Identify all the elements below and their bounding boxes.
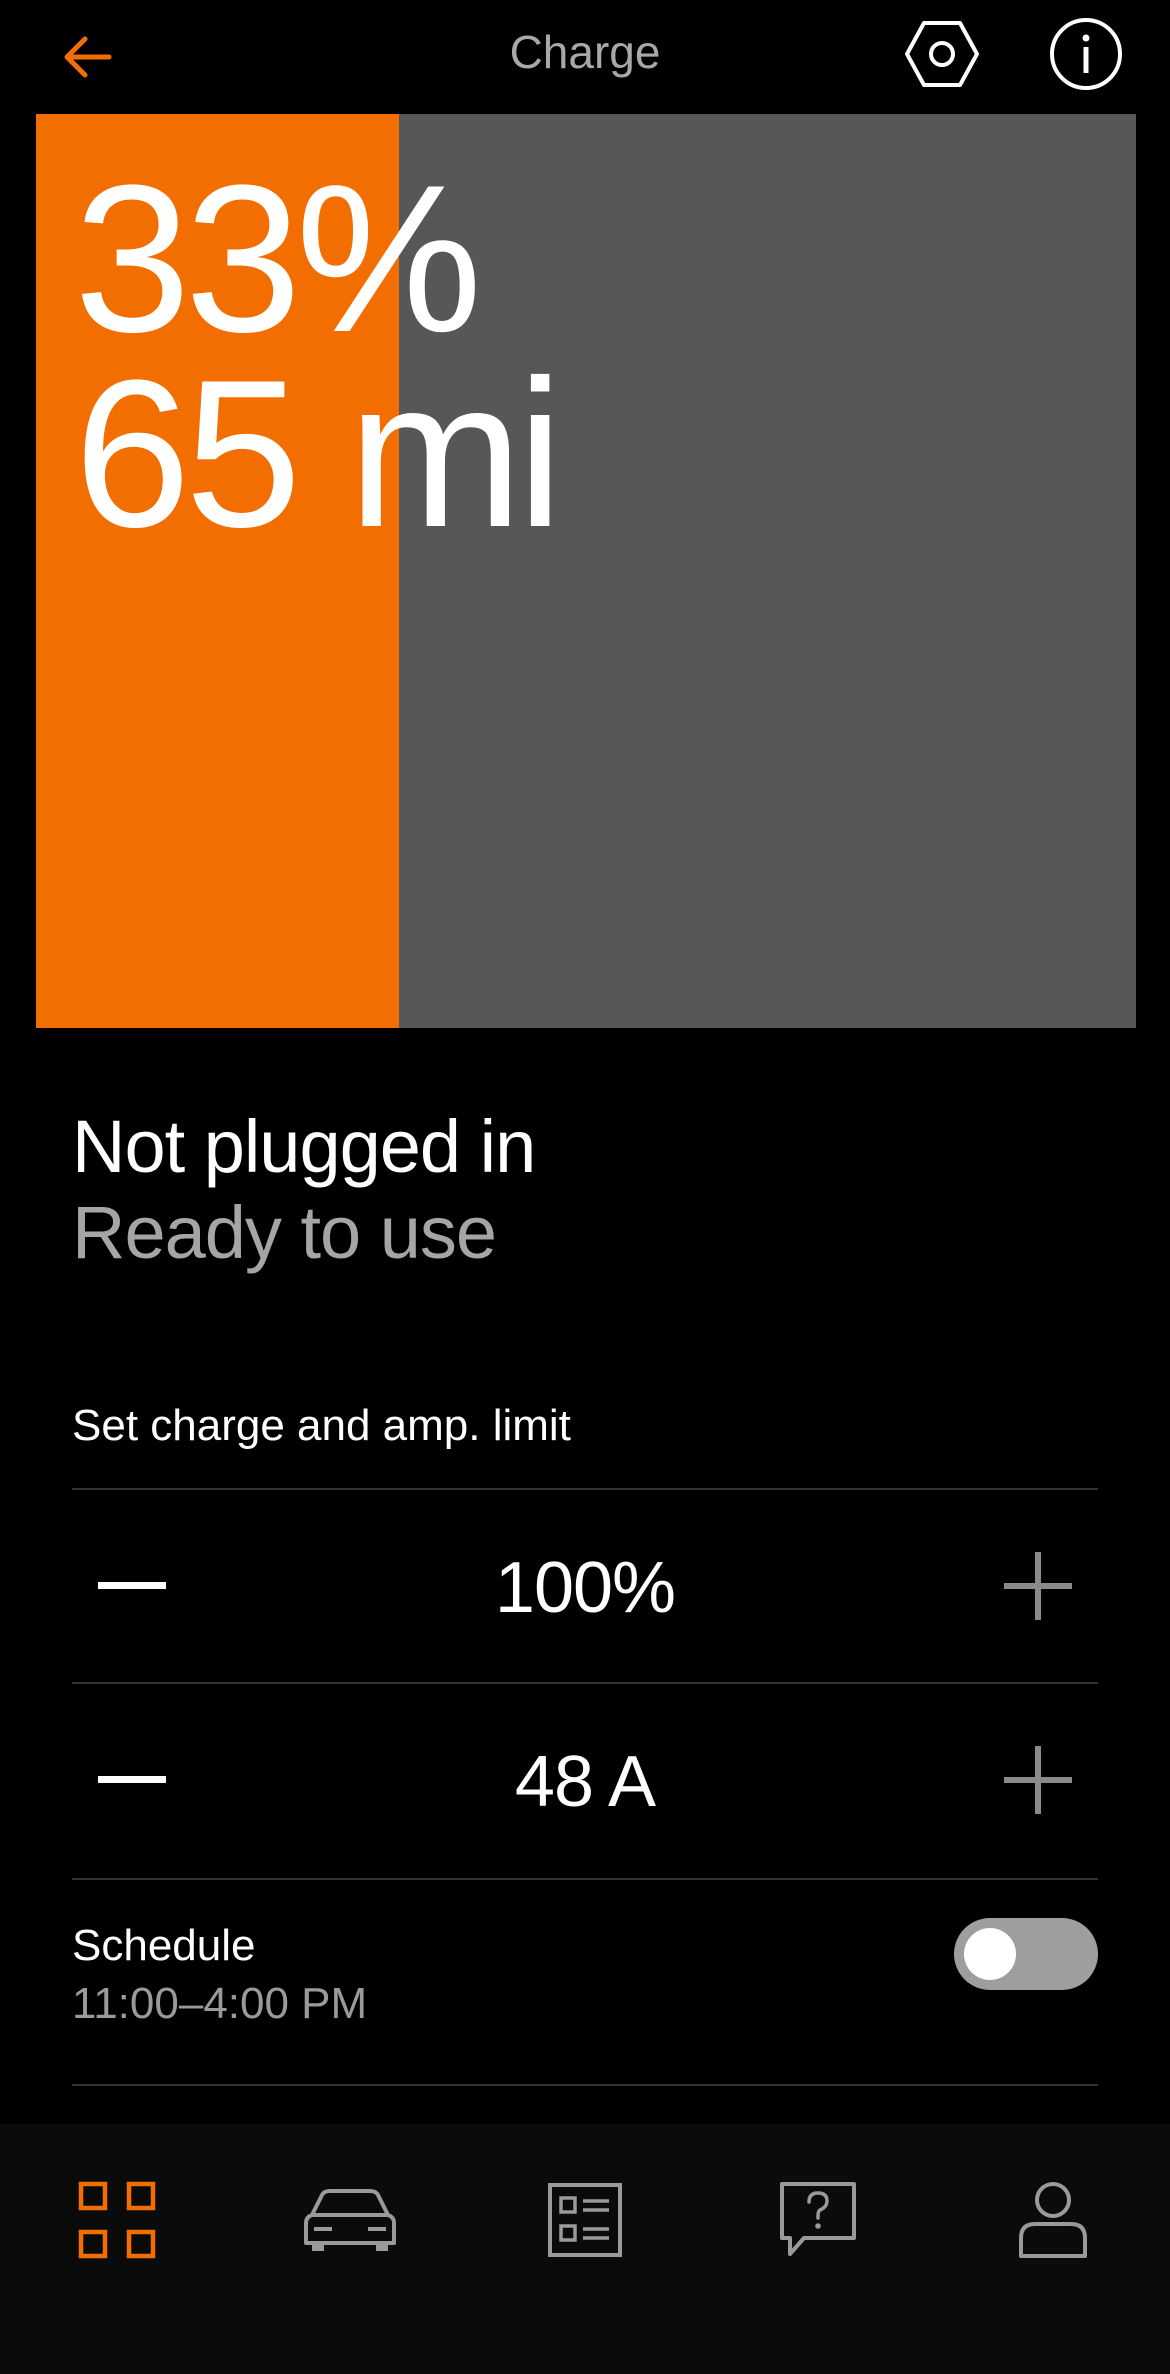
- charge-limit-stepper: 100%: [72, 1490, 1098, 1682]
- battery-percent: 33%: [74, 141, 482, 376]
- hex-settings-icon: [905, 21, 979, 87]
- divider: [72, 1878, 1098, 1880]
- schedule-label: Schedule: [72, 1921, 256, 1970]
- list-icon: [548, 2183, 622, 2257]
- info-button[interactable]: [1044, 12, 1128, 96]
- info-icon: [1050, 18, 1122, 90]
- page-title: Charge: [509, 26, 661, 78]
- amp-limit-increase-button[interactable]: [998, 1740, 1078, 1820]
- battery-gauge: 33% 65 mi: [36, 114, 1136, 1028]
- amp-limit-stepper: 48 A: [72, 1684, 1098, 1876]
- nav-item-support[interactable]: [758, 2160, 878, 2280]
- profile-icon: [1019, 2182, 1087, 2258]
- car-icon: [304, 2189, 396, 2251]
- nav-item-profile[interactable]: [993, 2160, 1113, 2280]
- help-chat-icon: [780, 2182, 856, 2256]
- plus-icon: [1004, 1746, 1072, 1814]
- grid-icon: [78, 2181, 156, 2259]
- plug-status: Not plugged in: [72, 1105, 536, 1188]
- battery-range: 65 mi: [74, 336, 564, 571]
- settings-button[interactable]: [900, 12, 984, 96]
- charge-limit-increase-button[interactable]: [998, 1546, 1078, 1626]
- nav-item-dashboard[interactable]: [57, 2160, 177, 2280]
- limits-title: Set charge and amp. limit: [72, 1401, 571, 1450]
- bottom-nav: [0, 2124, 1170, 2374]
- header: Charge: [0, 0, 1170, 110]
- toggle-knob: [964, 1928, 1016, 1980]
- schedule-time: 11:00–4:00 PM: [72, 1979, 368, 2028]
- charge-screen: Charge 33% 65 mi Not plugged in Ready to…: [0, 0, 1170, 2374]
- ready-status: Ready to use: [72, 1191, 497, 1274]
- nav-item-vehicle[interactable]: [290, 2160, 410, 2280]
- divider: [72, 2084, 1098, 2086]
- plus-icon: [1004, 1552, 1072, 1620]
- nav-item-list[interactable]: [525, 2160, 645, 2280]
- charge-limit-value: 100%: [494, 1548, 676, 1628]
- schedule-toggle[interactable]: [954, 1918, 1098, 1990]
- amp-limit-value: 48 A: [514, 1742, 656, 1822]
